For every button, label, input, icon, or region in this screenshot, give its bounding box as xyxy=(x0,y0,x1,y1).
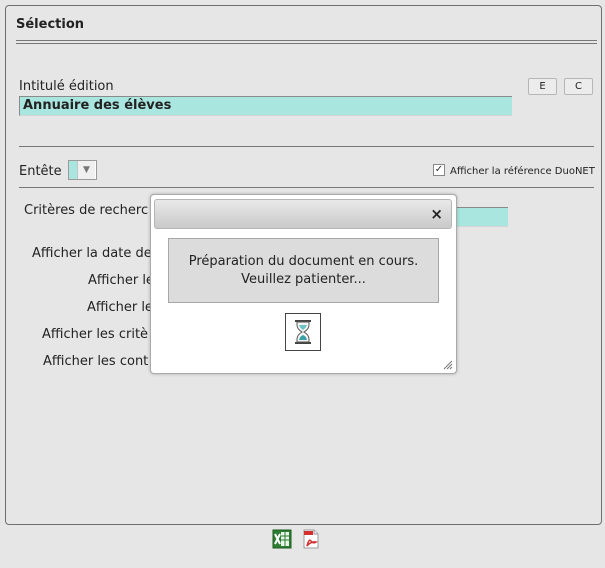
close-icon[interactable]: × xyxy=(430,205,443,223)
entete-label: Entête xyxy=(19,164,62,179)
option-label: Afficher le xyxy=(87,300,153,315)
edit-e-button[interactable]: E xyxy=(528,78,557,95)
excel-icon[interactable] xyxy=(272,529,292,549)
option-label: Afficher le xyxy=(88,273,154,288)
resize-grip-icon[interactable] xyxy=(443,360,453,370)
edition-label: Intitulé édition xyxy=(19,79,114,94)
pdf-icon[interactable] xyxy=(301,529,321,549)
divider-1 xyxy=(19,146,594,147)
hourglass-icon xyxy=(295,320,311,344)
dialog-line-2: Veuillez patienter... xyxy=(241,271,366,287)
dialog-message: Préparation du document en cours. Veuill… xyxy=(168,238,439,303)
edition-input[interactable]: Annuaire des élèves xyxy=(19,96,512,116)
edit-c-button[interactable]: C xyxy=(564,78,593,95)
dialog-titlebar[interactable]: × xyxy=(154,199,452,229)
criteria-label: Critères de recherc xyxy=(24,203,149,218)
option-label: Afficher les cont xyxy=(43,354,149,369)
chevron-down-icon[interactable]: ▼ xyxy=(77,161,95,179)
duonet-checkbox[interactable]: ✓ xyxy=(433,164,445,176)
option-label: Afficher les critè xyxy=(42,327,149,342)
entete-select[interactable]: ▼ xyxy=(68,160,97,180)
option-label: Afficher la date de xyxy=(32,246,152,261)
select-value xyxy=(69,161,77,179)
duonet-label: Afficher la référence DuoNET xyxy=(450,166,595,177)
progress-dialog: × Préparation du document en cours. Veui… xyxy=(150,194,457,374)
hourglass-box xyxy=(285,313,321,351)
divider-2 xyxy=(19,187,594,188)
section-title: Sélection xyxy=(16,17,85,32)
section-divider xyxy=(16,40,597,44)
dialog-line-1: Préparation du document en cours. xyxy=(188,253,419,269)
criteria-input[interactable] xyxy=(455,207,508,227)
